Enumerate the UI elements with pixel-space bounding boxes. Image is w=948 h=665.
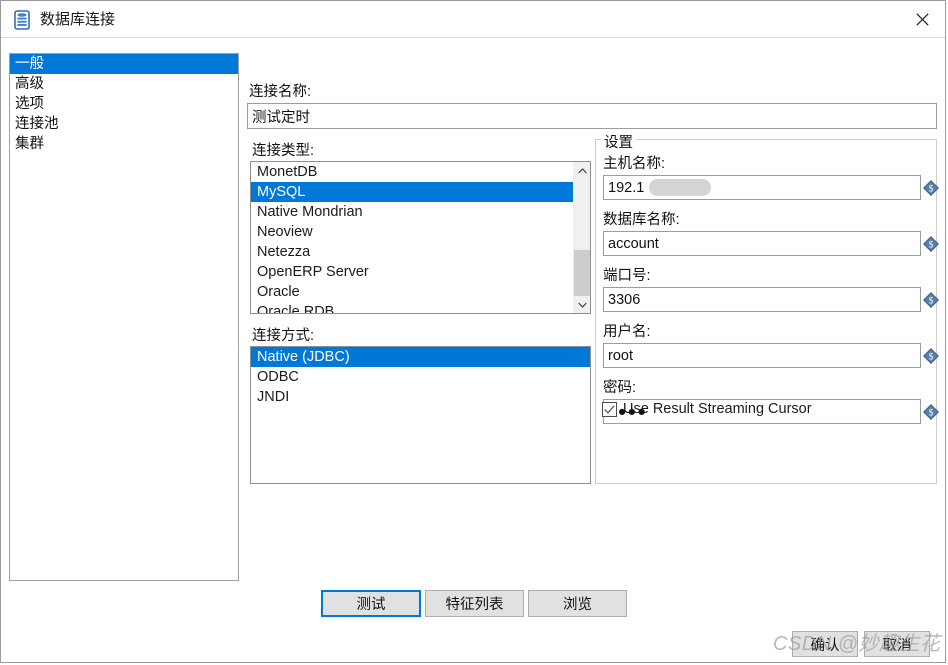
sidebar-item-advanced[interactable]: 高级 <box>10 74 238 94</box>
svg-text:$: $ <box>929 351 934 361</box>
connection-name-label: 连接名称: <box>249 84 312 100</box>
variable-icon[interactable]: $ <box>922 347 940 365</box>
cancel-button[interactable]: 取消 <box>864 631 930 657</box>
sidebar-item-label: 集群 <box>15 136 44 152</box>
sidebar-item-label: 高级 <box>15 76 44 92</box>
sidebar-item-pooling[interactable]: 连接池 <box>10 114 238 134</box>
connection-type-label: 连接类型: <box>252 143 315 159</box>
list-item[interactable]: Native (JDBC) <box>251 347 590 367</box>
port-label: 端口号: <box>603 268 651 284</box>
port-input[interactable] <box>603 287 921 312</box>
variable-icon[interactable]: $ <box>922 403 940 421</box>
host-label: 主机名称: <box>603 156 666 172</box>
password-label: 密码: <box>603 380 637 396</box>
host-input[interactable] <box>603 175 921 200</box>
list-item[interactable]: Oracle <box>251 282 573 302</box>
window-title: 数据库连接 <box>40 11 116 28</box>
list-item[interactable]: MonetDB <box>251 162 573 182</box>
svg-text:$: $ <box>929 295 934 305</box>
sidebar-item-options[interactable]: 选项 <box>10 94 238 114</box>
sidebar-item-label: 一般 <box>15 56 44 72</box>
variable-icon[interactable]: $ <box>922 291 940 309</box>
use-result-streaming-cursor-checkbox[interactable]: Use Result Streaming Cursor <box>602 401 812 417</box>
connection-method-label: 连接方式: <box>252 328 315 344</box>
sidebar-item-cluster[interactable]: 集群 <box>10 134 238 154</box>
chevron-up-icon[interactable] <box>574 162 590 179</box>
list-item[interactable]: Neoview <box>251 222 573 242</box>
variable-icon[interactable]: $ <box>922 235 940 253</box>
scrollbar-thumb[interactable] <box>574 250 590 297</box>
list-item[interactable]: MySQL <box>251 182 573 202</box>
close-icon[interactable] <box>899 1 945 37</box>
username-input[interactable] <box>603 343 921 368</box>
ok-button[interactable]: 确认 <box>792 631 858 657</box>
database-connection-dialog: 数据库连接 一般 高级 选项 连接池 集群 连接名称: 连接类型: MonetD… <box>0 0 946 663</box>
checkmark-icon <box>602 401 617 417</box>
list-item[interactable]: JNDI <box>251 387 590 407</box>
test-button[interactable]: 测试 <box>321 590 421 617</box>
svg-text:$: $ <box>929 183 934 193</box>
connection-method-list[interactable]: Native (JDBC) ODBC JNDI <box>250 346 591 484</box>
settings-legend: 设置 <box>601 131 636 152</box>
database-input[interactable] <box>603 231 921 256</box>
list-item[interactable]: OpenERP Server <box>251 262 573 282</box>
list-item[interactable]: ODBC <box>251 367 590 387</box>
username-label: 用户名: <box>603 324 651 340</box>
title-bar: 数据库连接 <box>1 1 945 38</box>
sidebar-item-label: 选项 <box>15 96 44 112</box>
connection-type-list[interactable]: MonetDB MySQL Native Mondrian Neoview Ne… <box>250 161 591 314</box>
connection-type-scrollbar[interactable] <box>573 162 590 313</box>
sidebar-item-general[interactable]: 一般 <box>10 54 238 74</box>
browse-button[interactable]: 浏览 <box>528 590 627 617</box>
sidebar-item-label: 连接池 <box>15 116 59 132</box>
connection-name-input[interactable] <box>247 103 937 129</box>
variable-icon[interactable]: $ <box>922 179 940 197</box>
database-label: 数据库名称: <box>603 212 680 228</box>
list-item[interactable]: Netezza <box>251 242 573 262</box>
svg-text:$: $ <box>929 407 934 417</box>
list-item[interactable]: Native Mondrian <box>251 202 573 222</box>
chevron-down-icon[interactable] <box>574 296 590 313</box>
checkbox-label: Use Result Streaming Cursor <box>623 401 812 417</box>
list-item[interactable]: Oracle RDB <box>251 302 573 313</box>
database-icon <box>13 10 31 30</box>
category-sidebar[interactable]: 一般 高级 选项 连接池 集群 <box>9 53 239 581</box>
svg-text:$: $ <box>929 239 934 249</box>
feature-list-button[interactable]: 特征列表 <box>425 590 524 617</box>
general-settings-pane: 连接名称: 连接类型: MonetDB MySQL Native Mondria… <box>247 53 940 581</box>
